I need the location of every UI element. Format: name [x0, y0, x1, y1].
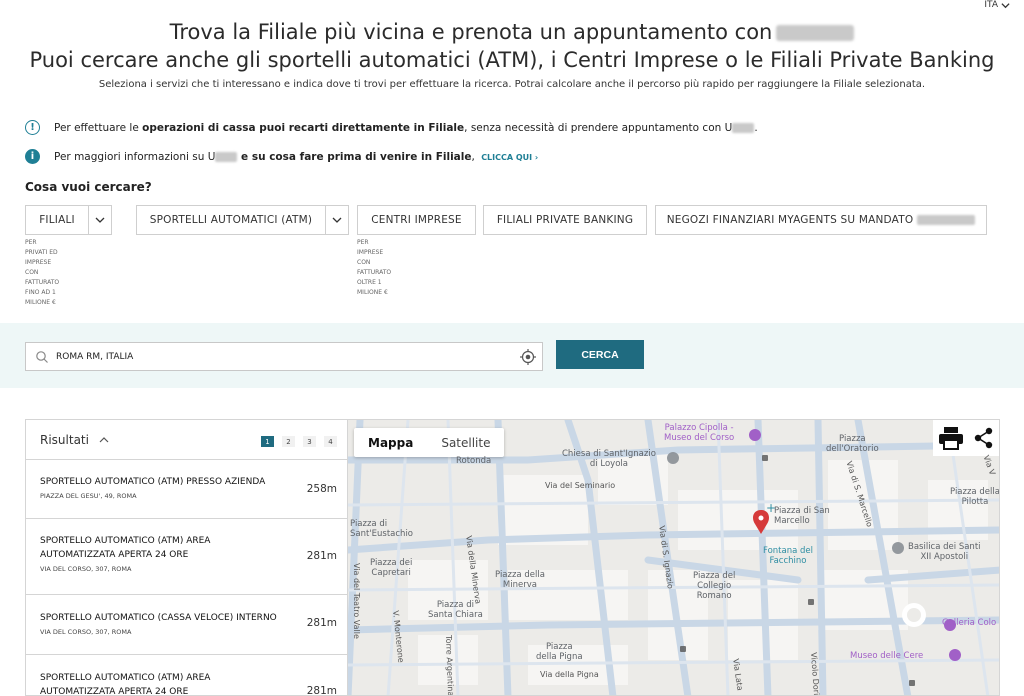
- info-text-more: Per maggiori informazioni su U e su cosa…: [54, 150, 539, 163]
- result-distance: 258m: [306, 483, 337, 495]
- info-text-cash: Per effettuare le operazioni di cassa pu…: [54, 121, 758, 134]
- map-label-via-pigna: Via della Pigna: [540, 670, 599, 679]
- result-distance: 281m: [306, 685, 337, 696]
- map-label-collegio: Piazza del Collegio Romano: [693, 571, 736, 601]
- result-item[interactable]: SPORTELLO AUTOMATICO (ATM) PRESSO AZIEND…: [26, 460, 347, 519]
- redacted-brand: [776, 25, 855, 41]
- result-item[interactable]: SPORTELLO AUTOMATICO (ATM) AREA AUTOMATI…: [26, 655, 347, 696]
- click-here-link[interactable]: CLICCA QUI ›: [481, 153, 538, 162]
- map-label-capretari: Piazza dei Capretari: [370, 558, 413, 578]
- results-title: Risultati: [40, 432, 89, 447]
- map-label-via-teatro: Via del Teatro Valle: [352, 563, 361, 639]
- map-label-pigna: Piazza della Pigna: [536, 642, 583, 662]
- filter-private-banking[interactable]: FILIALI PRIVATE BANKING: [483, 205, 647, 235]
- results-pagination: 1 2 3 4: [261, 436, 337, 447]
- results-panel: Risultati 1 2 3 4 SPORTELLO AUTOMATICO (…: [25, 419, 347, 696]
- map-type-satellite[interactable]: Satellite: [427, 428, 504, 457]
- chevron-down-icon: [332, 217, 342, 223]
- filiali-dropdown-toggle[interactable]: [88, 206, 111, 234]
- language-label: ITA: [984, 0, 998, 10]
- info-row-cash: ! Per effettuare le operazioni di cassa …: [25, 120, 758, 135]
- map-type-map[interactable]: Mappa: [354, 428, 427, 457]
- map-label-piazza-minerva: Piazza della Minerva: [495, 570, 545, 590]
- map-label-fontana: Fontana del Facchino: [763, 546, 813, 566]
- result-item[interactable]: SPORTELLO AUTOMATICO (CASSA VELOCE) INTE…: [26, 595, 347, 655]
- hero: Trova la Filiale più vicina e prenota un…: [0, 0, 1024, 90]
- map-label-piazza-san-marcello: Piazza di San Marcello: [774, 506, 830, 526]
- page-3[interactable]: 3: [303, 436, 316, 447]
- map[interactable]: + Mappa Satellite Palazzo Cipolla - Museo…: [347, 419, 1000, 696]
- alert-icon: !: [25, 120, 40, 135]
- title-line-1: Trova la Filiale più vicina e prenota un…: [169, 20, 773, 44]
- page-4[interactable]: 4: [324, 436, 337, 447]
- map-label-piazza-oratorio: Piazza dell'Oratorio: [826, 434, 879, 454]
- search-question: Cosa vuoi cercare?: [25, 180, 152, 194]
- result-distance: 281m: [306, 550, 337, 562]
- map-label-basilica: Basilica dei Santi XII Apostoli: [908, 542, 981, 562]
- atm-dropdown-toggle[interactable]: [325, 206, 348, 234]
- search-band: CERCA: [0, 323, 1024, 388]
- page-1[interactable]: 1: [261, 436, 274, 447]
- print-icon[interactable]: [938, 426, 964, 450]
- share-icon[interactable]: [974, 427, 994, 449]
- map-label-rotonda: Rotonda: [456, 456, 492, 466]
- centri-note: PER IMPRESE CON FATTURATO OLTRE 1 MILION…: [357, 239, 392, 296]
- page-subtitle: Seleziona i servizi che ti interessano e…: [98, 79, 926, 90]
- map-label-museo-cere: Museo delle Cere: [850, 651, 924, 661]
- location-search: [25, 342, 543, 371]
- map-label-chiesa: Chiesa di Sant'Ignazio di Loyola: [562, 449, 656, 469]
- redacted-brand: [917, 215, 976, 225]
- title-line-2: Puoi cercare anche gli sportelli automat…: [29, 48, 995, 72]
- chevron-up-icon[interactable]: [99, 435, 109, 445]
- info-row-more: i Per maggiori informazioni su U e su co…: [25, 149, 538, 164]
- locate-me-icon[interactable]: [519, 348, 537, 366]
- map-label-eustachio: Piazza di Sant'Eustachio: [350, 519, 414, 539]
- map-label-piazza-pilotta: Piazza della Pilotta: [950, 487, 1000, 507]
- filiali-note: PER PRIVATI ED IMPRESE CON FATTURATO FIN…: [25, 239, 60, 306]
- map-label-torre-argentina: Torre Argentina: [444, 635, 456, 696]
- results-header[interactable]: Risultati 1 2 3 4: [26, 420, 347, 460]
- language-selector[interactable]: ITA: [984, 0, 1010, 10]
- page-2[interactable]: 2: [282, 436, 295, 447]
- chevron-down-icon: [95, 217, 105, 223]
- filter-negozi-finanziari[interactable]: NEGOZI FINANZIARI MYAGENTS SU MANDATO: [655, 205, 987, 235]
- chevron-down-icon: [1001, 2, 1010, 8]
- map-type-toggle: Mappa Satellite: [354, 428, 505, 457]
- map-tools: [933, 420, 999, 456]
- info-icon: i: [25, 149, 40, 164]
- filter-filiali[interactable]: FILIALI: [25, 205, 112, 235]
- filter-centri-imprese[interactable]: CENTRI IMPRESE: [357, 205, 476, 235]
- map-label-via-seminario: Via del Seminario: [545, 481, 616, 490]
- search-input[interactable]: [56, 351, 519, 362]
- result-item[interactable]: SPORTELLO AUTOMATICO (ATM) AREA AUTOMATI…: [26, 519, 347, 595]
- search-icon: [36, 350, 48, 363]
- page-title: Trova la Filiale più vicina e prenota un…: [0, 18, 1024, 74]
- result-distance: 281m: [306, 617, 337, 629]
- map-label-galleria: Galleria Colo: [942, 618, 997, 628]
- map-label-palazzo-cipolla: Palazzo Cipolla - Museo del Corso: [664, 423, 735, 443]
- filter-atm[interactable]: SPORTELLI AUTOMATICI (ATM): [136, 205, 349, 235]
- redacted-brand: [732, 122, 755, 133]
- redacted-brand: [215, 151, 238, 162]
- search-button[interactable]: CERCA: [556, 340, 644, 369]
